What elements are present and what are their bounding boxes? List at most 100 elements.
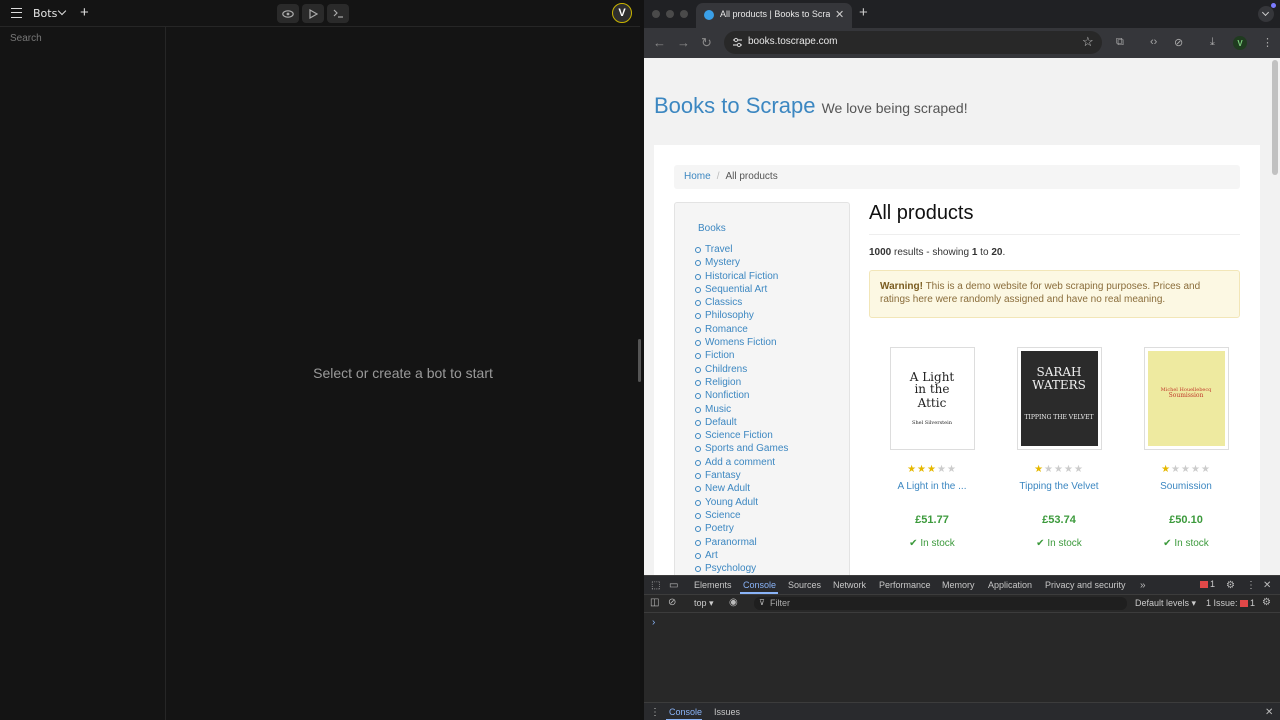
category-link-sports-and-games[interactable]: Sports and Games	[695, 442, 788, 455]
category-link-music[interactable]: Music	[695, 403, 788, 416]
more-menu-icon[interactable]: ⋮	[1262, 36, 1273, 49]
category-link-science[interactable]: Science	[695, 509, 788, 522]
category-link-travel[interactable]: Travel	[695, 243, 788, 256]
product-card: Michel Houellebecq Soumission ★★★★★ Soumiss…	[1126, 347, 1246, 549]
filter-input[interactable]	[770, 598, 1110, 608]
device-toolbar-icon[interactable]: ▭	[669, 580, 678, 591]
category-link-poetry[interactable]: Poetry	[695, 522, 788, 535]
issue-icon	[1240, 600, 1249, 607]
address-bar[interactable]: books.toscrape.com ☆	[724, 31, 1102, 54]
close-drawer-icon[interactable]: ✕	[1265, 707, 1273, 718]
book-cover-image[interactable]: SARAH WATERS TIPPING THE VELVET	[1016, 347, 1102, 450]
console-prompt[interactable]: ›	[652, 617, 655, 628]
books-category-link[interactable]: Books	[698, 223, 726, 234]
site-info-icon[interactable]	[732, 37, 743, 48]
drawer-tab-issues[interactable]: Issues	[714, 707, 740, 717]
code-icon[interactable]: ‹›	[1150, 36, 1157, 48]
stock-text: In stock	[1174, 538, 1209, 549]
extensions-icon[interactable]: ⧉	[1116, 36, 1124, 49]
breadcrumb-home-link[interactable]: Home	[684, 171, 711, 182]
url-text[interactable]: books.toscrape.com	[748, 36, 838, 47]
window-minimize-light[interactable]	[666, 10, 674, 18]
book-cover-image[interactable]: A Light in the Attic Shel Silverstein	[889, 347, 975, 450]
window-close-light[interactable]	[652, 10, 660, 18]
category-link-art[interactable]: Art	[695, 549, 788, 562]
rating-star-icon: ★	[1044, 464, 1055, 475]
category-link-womens-fiction[interactable]: Womens Fiction	[695, 336, 788, 349]
browser-tab[interactable]: All products | Books to Scrape ✕	[696, 3, 852, 28]
inspect-element-icon[interactable]: ⬚	[651, 580, 660, 591]
category-link-new-adult[interactable]: New Adult	[695, 482, 788, 495]
terminal-button[interactable]	[327, 4, 349, 23]
search-input[interactable]	[10, 33, 160, 44]
category-link-paranormal[interactable]: Paranormal	[695, 536, 788, 549]
reload-icon[interactable]: ↻	[701, 35, 712, 51]
forward-icon[interactable]: →	[677, 35, 690, 50]
category-link-add-a-comment[interactable]: Add a comment	[695, 456, 788, 469]
category-link-childrens[interactable]: Childrens	[695, 363, 788, 376]
bookmark-star-icon[interactable]: ☆	[1082, 34, 1094, 50]
sidebar-toggle-icon[interactable]: ◫	[650, 597, 659, 608]
issues-counter[interactable]: 1 Issue: 1	[1206, 598, 1255, 608]
profile-avatar[interactable]: V	[1233, 36, 1247, 50]
category-link-fiction[interactable]: Fiction	[695, 349, 788, 362]
back-icon[interactable]: ←	[653, 35, 666, 50]
category-link-psychology[interactable]: Psychology	[695, 562, 788, 575]
context-selector[interactable]: top ▾	[694, 598, 714, 609]
site-title-link[interactable]: Books to Scrape	[654, 93, 815, 118]
page-scrollbar[interactable]	[1272, 60, 1278, 175]
devtools-tab-memory[interactable]: Memory	[942, 580, 975, 590]
devtools-tab-performance[interactable]: Performance	[879, 580, 931, 590]
drawer-tab-console[interactable]: Console	[669, 707, 702, 717]
category-link-fantasy[interactable]: Fantasy	[695, 469, 788, 482]
rating-star-icon: ★	[1181, 464, 1191, 475]
add-bot-icon[interactable]: +	[80, 5, 89, 20]
bots-dropdown[interactable]: Bots	[33, 7, 57, 20]
devtools-tab-application[interactable]: Application	[988, 580, 1032, 590]
category-link-philosophy[interactable]: Philosophy	[695, 309, 788, 322]
devtools-tab-console[interactable]: Console	[743, 580, 776, 590]
console-settings-icon[interactable]: ⚙	[1262, 597, 1271, 608]
category-link-sequential-art[interactable]: Sequential Art	[695, 283, 788, 296]
download-icon[interactable]: ⤓	[1210, 36, 1215, 49]
category-link-classics[interactable]: Classics	[695, 296, 788, 309]
devtools-tab-privacy-and-security[interactable]: Privacy and security	[1045, 580, 1126, 590]
category-link-romance[interactable]: Romance	[695, 323, 788, 336]
run-button[interactable]	[302, 4, 324, 23]
close-tab-icon[interactable]: ✕	[835, 8, 844, 21]
preview-button[interactable]	[277, 4, 299, 23]
product-title-link[interactable]: A Light in the ...	[872, 481, 992, 492]
category-link-young-adult[interactable]: Young Adult	[695, 496, 788, 509]
category-link-religion[interactable]: Religion	[695, 376, 788, 389]
more-tabs-icon[interactable]: »	[1140, 580, 1146, 591]
resize-handle[interactable]	[638, 339, 641, 382]
link-icon[interactable]: ⊘	[1174, 36, 1183, 49]
chevron-down-icon[interactable]	[57, 6, 67, 16]
tab-search-icon[interactable]	[1258, 6, 1274, 22]
console-filter[interactable]: ⊽	[754, 597, 1127, 610]
devtools-tab-elements[interactable]: Elements	[694, 580, 732, 590]
category-link-default[interactable]: Default	[695, 416, 788, 429]
product-title-link[interactable]: Soumission	[1126, 481, 1246, 492]
settings-gear-icon[interactable]: ⚙	[1226, 580, 1235, 591]
close-devtools-icon[interactable]: ✕	[1263, 580, 1271, 591]
category-link-mystery[interactable]: Mystery	[695, 256, 788, 269]
devtools-tab-network[interactable]: Network	[833, 580, 866, 590]
cover-text-3: TIPPING THE VELVET	[1024, 413, 1094, 421]
error-count-badge[interactable]: 1	[1200, 579, 1215, 589]
category-link-nonfiction[interactable]: Nonfiction	[695, 389, 788, 402]
drawer-menu-icon[interactable]: ⋮	[650, 707, 660, 718]
book-cover-image[interactable]: Michel Houellebecq Soumission	[1143, 347, 1229, 450]
log-levels-dropdown[interactable]: Default levels ▾	[1135, 598, 1196, 609]
user-avatar[interactable]: V	[612, 3, 632, 23]
new-tab-icon[interactable]: +	[859, 4, 868, 21]
live-expression-eye-icon[interactable]: ◉	[729, 597, 738, 608]
devtools-menu-icon[interactable]: ⋮	[1246, 580, 1256, 591]
category-link-historical-fiction[interactable]: Historical Fiction	[695, 270, 788, 283]
clear-console-icon[interactable]: ⊘	[668, 597, 676, 608]
product-title-link[interactable]: Tipping the Velvet	[999, 481, 1119, 492]
window-maximize-light[interactable]	[680, 10, 688, 18]
hamburger-menu-icon[interactable]	[11, 8, 22, 18]
devtools-tab-sources[interactable]: Sources	[788, 580, 821, 590]
category-link-science-fiction[interactable]: Science Fiction	[695, 429, 788, 442]
